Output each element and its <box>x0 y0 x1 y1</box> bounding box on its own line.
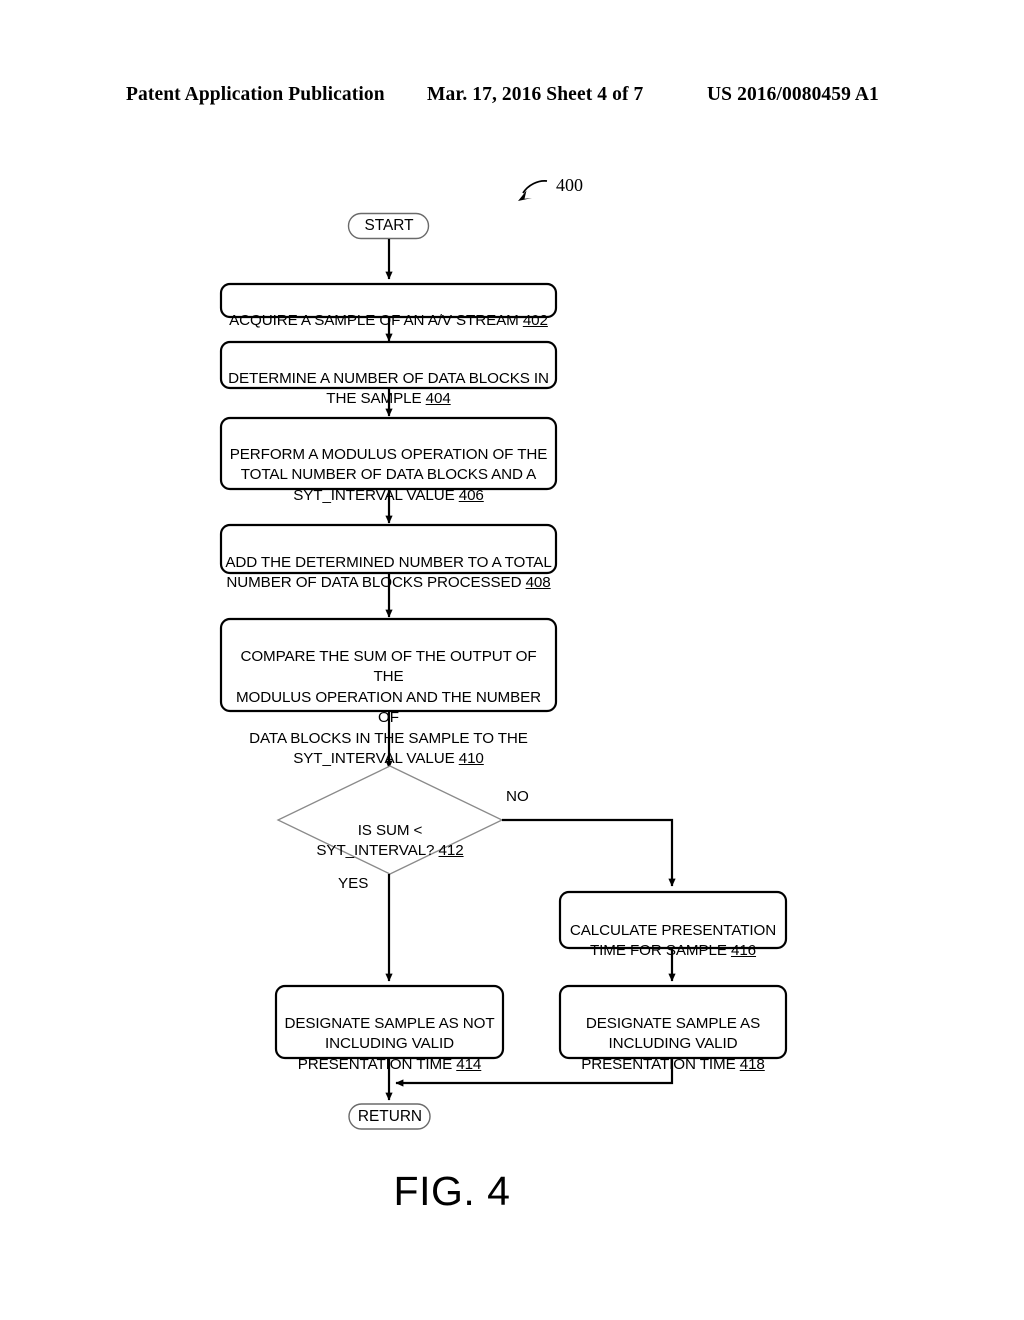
step-416-ref: 416 <box>730 942 757 959</box>
branch-label-no: NO <box>506 788 529 805</box>
step-404-text: DETERMINE A NUMBER OF DATA BLOCKS IN THE… <box>225 348 552 410</box>
figure-callout-number: 400 <box>556 175 583 195</box>
figure-caption: FIG. 4 <box>0 1168 1024 1215</box>
step-418-text: DESIGNATE SAMPLE AS INCLUDING VALID PRES… <box>564 993 782 1075</box>
return-terminal-label: RETURN <box>357 1108 423 1125</box>
step-404-ref: 404 <box>425 390 451 407</box>
step-410-ref: 410 <box>458 750 484 767</box>
decision-412-ref: 412 <box>438 842 464 859</box>
start-terminal-label: START <box>364 217 414 234</box>
step-418-body: DESIGNATE SAMPLE AS INCLUDING VALID PRES… <box>581 1014 761 1073</box>
figure-4-flowchart: 400 START RETURN ACQUIRE A SAMPLE OF AN … <box>0 0 1024 1320</box>
step-406-ref: 406 <box>458 486 484 504</box>
step-408-text: ADD THE DETERMINED NUMBER TO A TOTAL NUM… <box>225 532 552 594</box>
figure-caption-label: FIG. 4 <box>393 1168 511 1214</box>
step-410-body: COMPARE THE SUM OF THE OUTPUT OF THE MOD… <box>235 647 542 768</box>
step-402-text: ACQUIRE A SAMPLE OF AN A/V STREAM 402 <box>225 290 552 331</box>
connector-412-no-to-416 <box>502 818 676 887</box>
step-402-ref: 402 <box>522 311 548 329</box>
branch-label-yes: YES <box>338 875 369 892</box>
step-404-body: DETERMINE A NUMBER OF DATA BLOCKS IN THE… <box>228 369 549 408</box>
step-414-ref: 414 <box>456 1055 482 1073</box>
step-406-body: PERFORM A MODULUS OPERATION OF THE TOTAL… <box>229 445 548 504</box>
step-406-text: PERFORM A MODULUS OPERATION OF THE TOTAL… <box>225 424 552 506</box>
step-408-ref: 408 <box>525 574 551 591</box>
step-408-body: ADD THE DETERMINED NUMBER TO A TOTAL NUM… <box>225 553 552 592</box>
step-414-text: DESIGNATE SAMPLE AS NOT INCLUDING VALID … <box>280 993 499 1075</box>
step-410-text: COMPARE THE SUM OF THE OUTPUT OF THE MOD… <box>225 626 552 770</box>
step-418-ref: 418 <box>739 1055 765 1073</box>
decision-412-body: IS SUM < SYT_INTERVAL? <box>316 821 435 860</box>
step-402-body: ACQUIRE A SAMPLE OF AN A/V STREAM <box>229 311 523 329</box>
decision-412-text: IS SUM < SYT_INTERVAL? 412 <box>280 800 500 862</box>
step-416-text: CALCULATE PRESENTATION TIME FOR SAMPLE 4… <box>564 900 782 962</box>
callout-arrow <box>518 180 548 201</box>
